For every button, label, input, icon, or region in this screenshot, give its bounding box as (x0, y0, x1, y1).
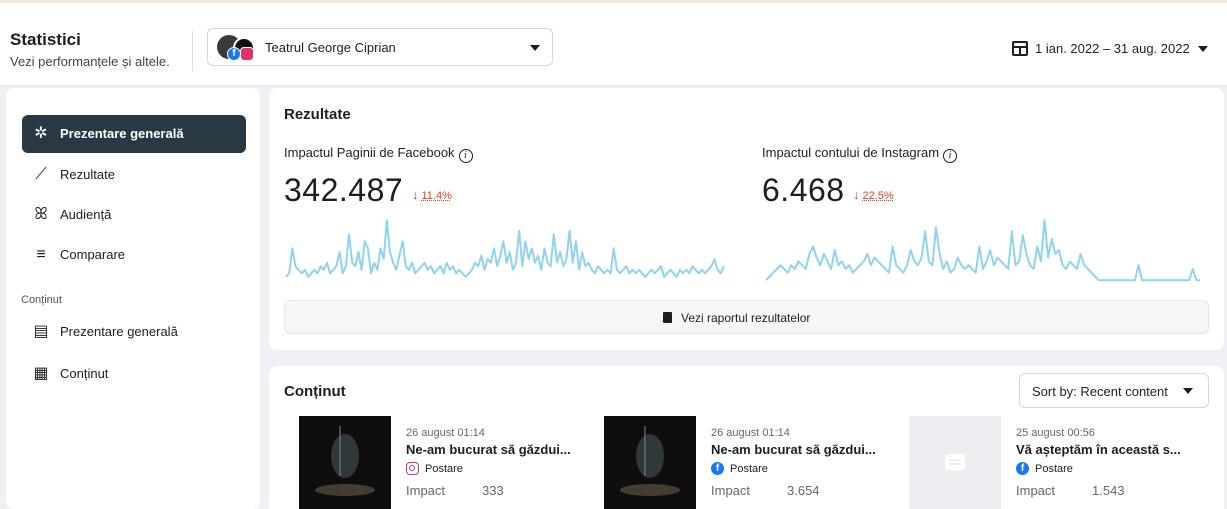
instagram-icon (240, 47, 254, 61)
header-divider (192, 31, 193, 71)
post-date: 25 august 00:56 (1016, 427, 1095, 439)
trend-icon: ⟋ (35, 166, 47, 183)
content-overview-icon: ▤ (33, 323, 49, 340)
impact-value: 3.654 (787, 483, 820, 498)
compare-icon: ≡ (36, 246, 46, 263)
info-icon[interactable]: i (943, 149, 958, 163)
chevron-down-icon (1198, 46, 1208, 52)
overview-icon: ✲ (34, 125, 48, 142)
post-thumbnail[interactable] (909, 416, 1001, 509)
report-button-label: Vezi raportul rezultatelor (681, 311, 811, 325)
post-date: 26 august 01:14 (711, 427, 790, 439)
page-header: Statistici Vezi performanțele și altele.… (0, 3, 1227, 86)
post-date: 26 august 01:14 (406, 427, 485, 439)
view-results-report-button[interactable]: Vezi raportul rezultatelor (284, 300, 1209, 334)
arrow-down-icon: ↓ (412, 187, 419, 202)
sidebar-item-audience[interactable]: ꕤ Audiență (22, 196, 246, 234)
text-post-icon (945, 454, 965, 470)
post-type: Postare (1035, 463, 1073, 475)
report-icon (663, 312, 672, 323)
impact-label: Impact (1016, 483, 1056, 498)
impact-label: Impact (406, 483, 446, 498)
results-title: Rezultate (284, 106, 351, 123)
instagram-reach-sparkline (765, 219, 1200, 282)
sidebar-item-label: Prezentare generală (60, 324, 178, 339)
sidebar-item-results[interactable]: ⟋ Rezultate (22, 156, 246, 194)
content-post-card[interactable]: 26 august 01:14 Ne-am bucurat să găzdui.… (299, 416, 589, 509)
sidebar-item-overview[interactable]: ✲ Prezentare generală (22, 115, 246, 153)
post-title[interactable]: Vă așteptăm în această s... (1016, 442, 1181, 457)
post-title[interactable]: Ne-am bucurat să găzdui... (711, 442, 876, 457)
instagram-icon (406, 462, 419, 475)
facebook-reach-sparkline (285, 219, 725, 278)
content-card: Conținut Sort by: Recent content 26 augu… (269, 366, 1224, 509)
account-name: Teatrul George Ciprian (265, 40, 396, 55)
post-thumbnail[interactable] (604, 416, 696, 509)
info-icon[interactable]: i (458, 149, 473, 163)
post-thumbnail-image (299, 416, 391, 509)
post-thumbnail[interactable] (299, 416, 391, 509)
sidebar-item-label: Conținut (60, 366, 109, 381)
post-thumbnail-image (604, 416, 696, 509)
facebook-reach-label: Impactul Paginii de Facebook i (284, 145, 473, 163)
sort-label: Sort by: Recent content (1032, 384, 1168, 399)
chevron-down-icon (530, 45, 540, 51)
date-range-label: 1 ian. 2022 – 31 aug. 2022 (1035, 41, 1190, 56)
results-card: Rezultate Impactul Paginii de Facebook i … (269, 88, 1224, 350)
account-selector[interactable]: f Teatrul George Ciprian (207, 28, 553, 66)
impact-value: 1.543 (1092, 483, 1125, 498)
content-title: Conținut (284, 383, 346, 400)
sort-dropdown[interactable]: Sort by: Recent content (1019, 373, 1209, 408)
sidebar-item-compare[interactable]: ≡ Comparare (22, 236, 246, 274)
table-icon: ▦ (33, 365, 49, 382)
page-subtitle: Vezi performanțele și altele. (10, 54, 170, 69)
facebook-icon: f (1016, 462, 1029, 475)
facebook-reach-value: 342.487 (284, 172, 404, 208)
facebook-reach-delta: ↓ 11.4% (412, 187, 452, 202)
impact-value: 333 (482, 483, 504, 498)
arrow-down-icon: ↓ (853, 187, 860, 202)
sparkline-path (285, 219, 725, 278)
instagram-reach-delta: ↓ 22.5% (853, 187, 894, 202)
sidebar-item-label: Audiență (60, 207, 112, 222)
post-type: Postare (730, 463, 768, 475)
sidebar-section-label: Conținut (21, 294, 62, 306)
calendar-icon (1012, 41, 1028, 56)
sidebar-item-content-overview[interactable]: ▤ Prezentare generală (22, 313, 246, 351)
post-title[interactable]: Ne-am bucurat să găzdui... (406, 442, 571, 457)
facebook-icon: f (711, 462, 724, 475)
page-title: Statistici (10, 30, 81, 49)
sidebar-item-label: Prezentare generală (60, 126, 184, 141)
sparkline-path (765, 219, 1200, 282)
instagram-reach-value: 6.468 (762, 172, 845, 208)
instagram-reach-label: Impactul contului de Instagram i (762, 145, 958, 163)
sidebar-item-label: Rezultate (60, 167, 115, 182)
audience-icon: ꕤ (34, 206, 48, 223)
chevron-down-icon (1183, 388, 1193, 394)
facebook-icon: f (227, 47, 241, 61)
content-post-card[interactable]: 25 august 00:56 Vă așteptăm în această s… (909, 416, 1199, 509)
post-type: Postare (425, 463, 463, 475)
sidebar-item-label: Comparare (60, 247, 126, 262)
sidebar-item-content[interactable]: ▦ Conținut (22, 355, 246, 393)
sidebar: ✲ Prezentare generală ⟋ Rezultate ꕤ Audi… (6, 88, 260, 509)
impact-label: Impact (711, 483, 751, 498)
content-post-card[interactable]: 26 august 01:14 Ne-am bucurat să găzdui.… (604, 416, 894, 509)
